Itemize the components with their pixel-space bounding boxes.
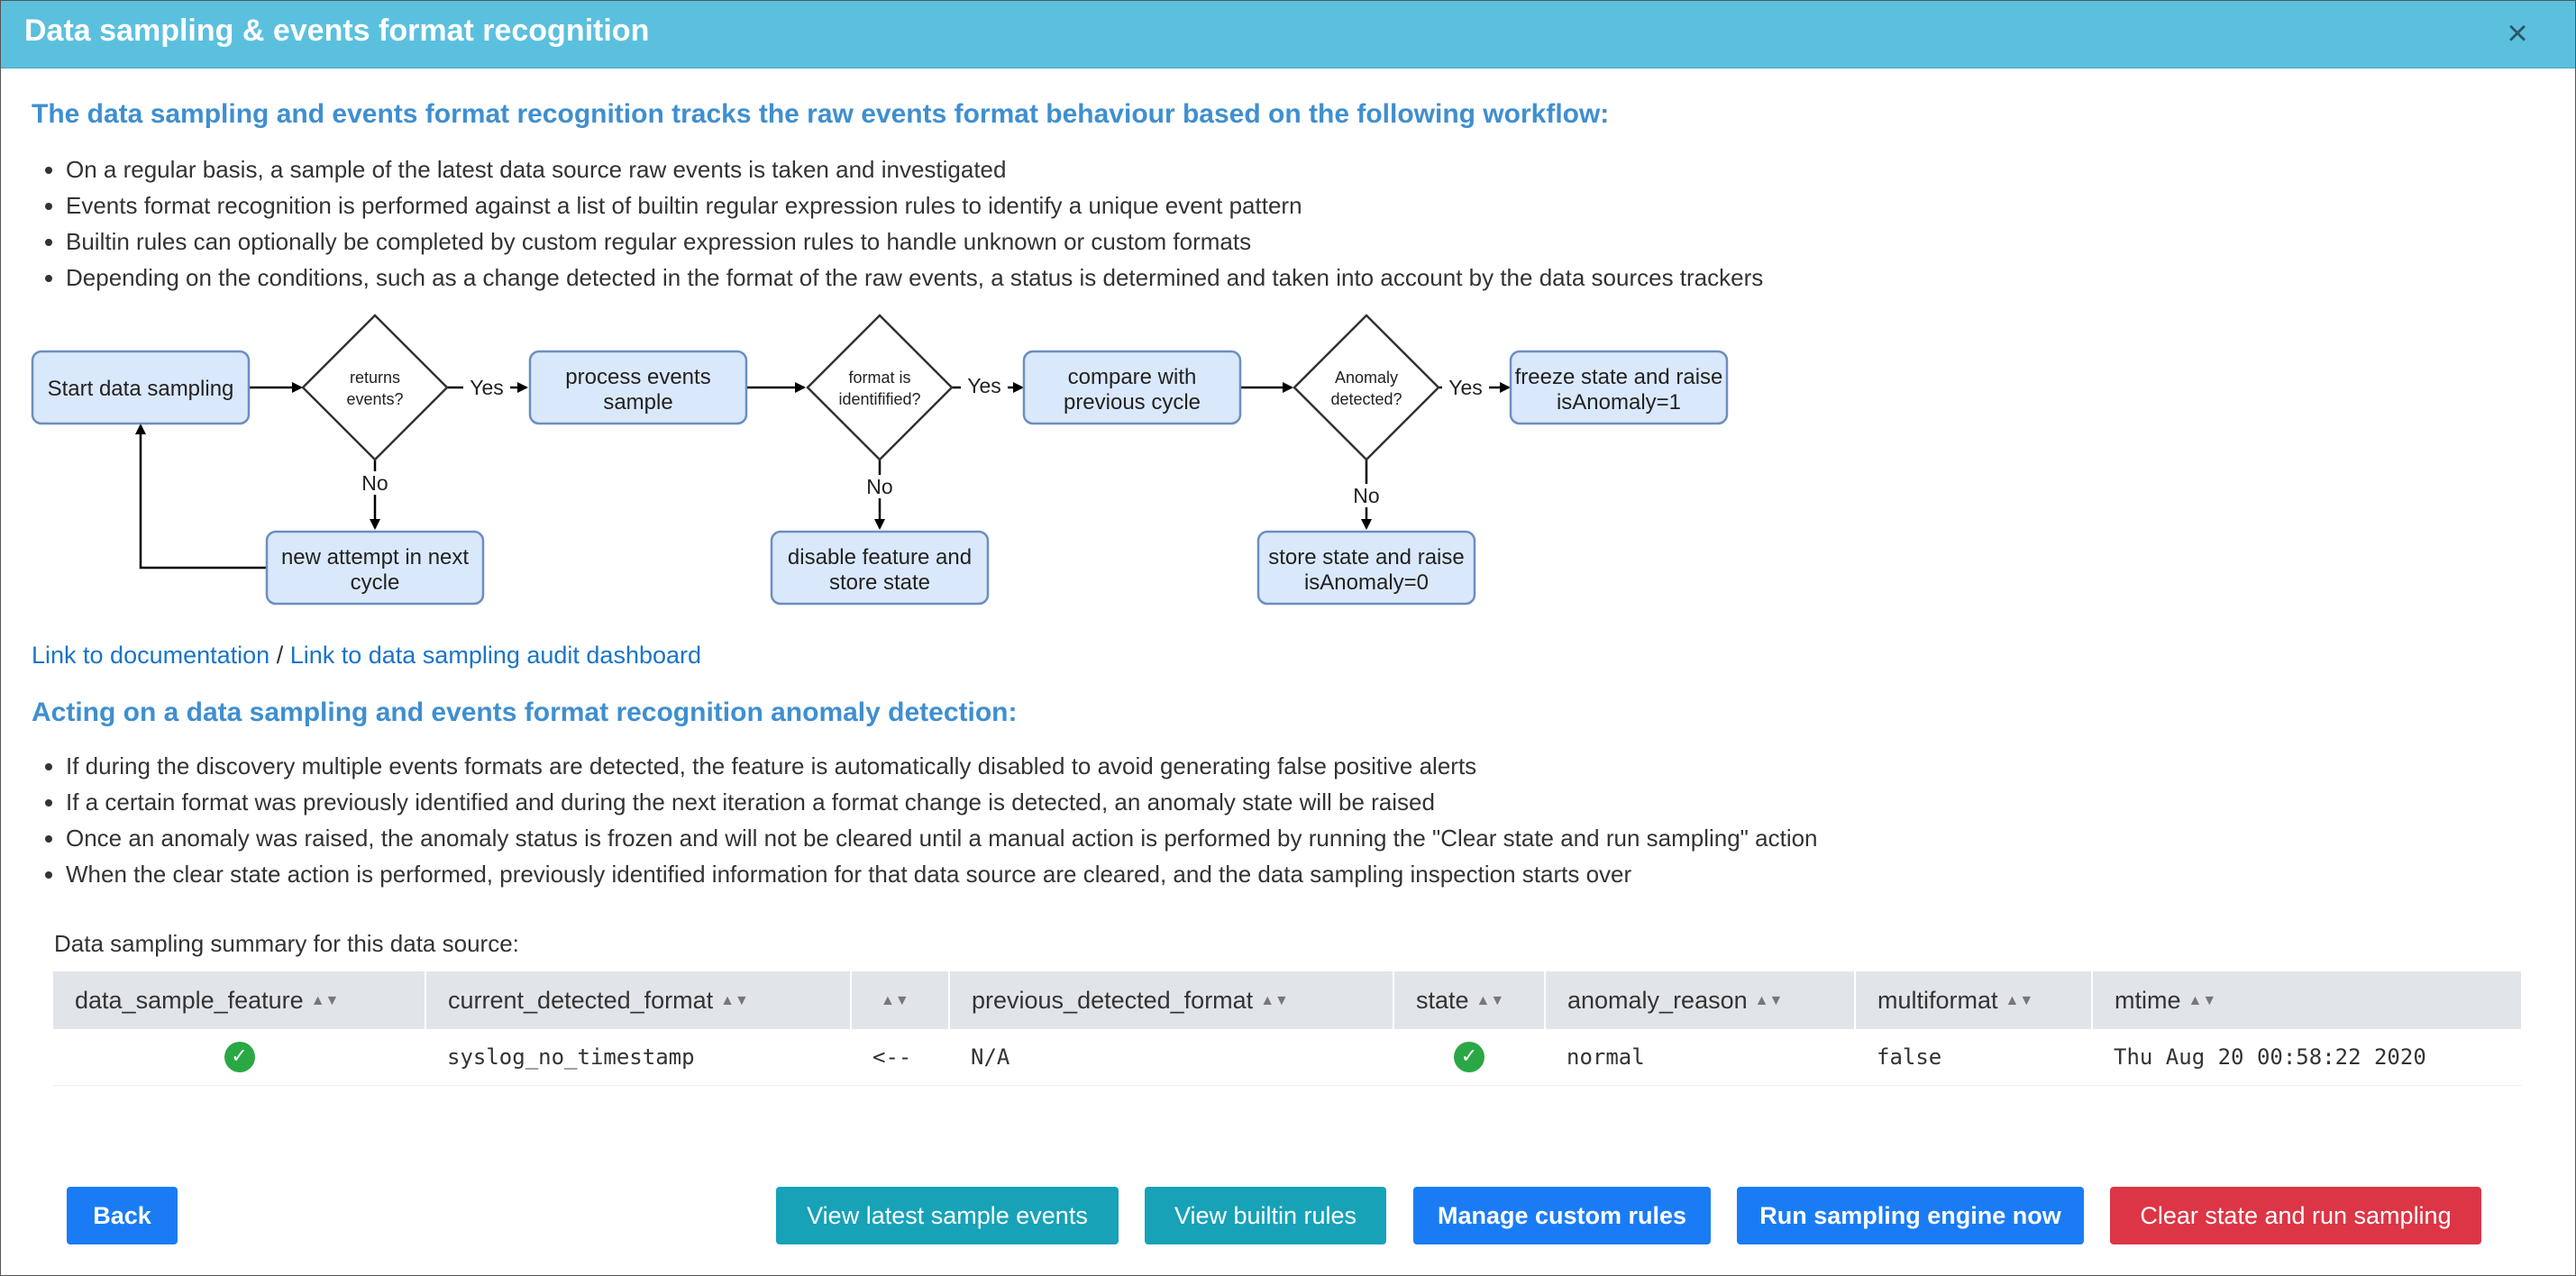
column-header-anomaly-reason[interactable]: anomaly_reason ▲▼ [1545, 971, 1856, 1029]
documentation-link[interactable]: Link to documentation [32, 642, 269, 669]
close-icon[interactable]: × [2499, 15, 2535, 51]
cell-previous-detected-format: N/A [949, 1029, 1393, 1086]
flow-text: new attempt in next [281, 545, 469, 570]
clear-state-and-run-sampling-button[interactable]: Clear state and run sampling [2110, 1187, 2481, 1244]
flow-label-no: No [1353, 484, 1379, 507]
sort-icon: ▲▼ [1475, 993, 1505, 1009]
sort-icon: ▲▼ [310, 993, 340, 1009]
column-header-multiformat[interactable]: multiformat ▲▼ [1855, 971, 2093, 1029]
flow-text: returns [350, 369, 400, 387]
sort-icon: ▲▼ [1754, 993, 1784, 1009]
flow-text: cycle [351, 570, 400, 595]
flow-decision-returns [301, 314, 449, 461]
view-builtin-rules-button[interactable]: View builtin rules [1145, 1187, 1386, 1244]
column-header-mtime[interactable]: mtime ▲▼ [2092, 971, 2523, 1029]
flow-label-no: No [866, 475, 892, 498]
sort-icon: ▲▼ [2188, 993, 2217, 1009]
flow-text: process events [565, 365, 710, 389]
cell-mtime: Thu Aug 20 00:58:22 2020 [2092, 1029, 2522, 1086]
modal-header: Data sampling & events format recognitio… [1, 1, 2575, 68]
flow-text: isAnomaly=1 [1557, 390, 1681, 415]
cell-anomaly-reason: normal [1545, 1029, 1855, 1086]
summary-label: Data sampling summary for this data sour… [54, 930, 519, 957]
links-row: Link to documentation / Link to data sam… [32, 642, 701, 670]
flow-text: detected? [1330, 390, 1402, 408]
flow-text: disable feature and [788, 545, 972, 570]
back-button[interactable]: Back [67, 1187, 178, 1244]
table-row: ✓ syslog_no_timestamp <-- N/A ✓ normal f… [53, 1029, 2522, 1086]
column-header-state[interactable]: state ▲▼ [1393, 971, 1546, 1029]
list-item: If a certain format was previously ident… [66, 784, 1818, 820]
workflow-bullets: On a regular basis, a sample of the late… [32, 151, 1763, 296]
check-circle-icon: ✓ [224, 1042, 255, 1072]
column-header-arrow[interactable]: ▲▼ [851, 971, 950, 1029]
list-item: Events format recognition is performed a… [66, 187, 1763, 223]
flow-text: store state [829, 570, 930, 595]
cell-multiformat: false [1855, 1029, 2092, 1086]
flow-decision-format [806, 314, 954, 461]
flow-label-no: No [361, 471, 388, 495]
flow-text: freeze state and raise [1515, 365, 1723, 389]
run-sampling-engine-button[interactable]: Run sampling engine now [1737, 1187, 2084, 1244]
column-header-current-detected-format[interactable]: current_detected_format ▲▼ [425, 971, 852, 1029]
flow-text: format is [848, 369, 910, 387]
flow-text: previous cycle [1064, 390, 1201, 415]
flow-text: compare with [1068, 365, 1197, 389]
sort-icon: ▲▼ [1260, 993, 1289, 1009]
sort-icon: ▲▼ [881, 993, 909, 1009]
flow-label-yes: Yes [470, 376, 504, 399]
flow-text: store state and raise [1268, 545, 1464, 570]
cell-arrow: <-- [851, 1029, 949, 1086]
flow-text: isAnomaly=0 [1304, 570, 1429, 595]
flow-text: sample [603, 390, 672, 415]
audit-dashboard-link[interactable]: Link to data sampling audit dashboard [290, 642, 701, 669]
list-item: When the clear state action is performed… [66, 856, 1818, 892]
table-header-row: data_sample_feature ▲▼ current_detected_f… [53, 971, 2523, 1029]
flow-text: events? [346, 390, 403, 408]
flow-text-start: Start data sampling [48, 377, 234, 401]
sort-icon: ▲▼ [2005, 993, 2034, 1009]
sort-icon: ▲▼ [720, 993, 749, 1009]
list-item: Depending on the conditions, such as a c… [66, 260, 1763, 296]
flow-text: Anomaly [1335, 369, 1398, 387]
summary-table: data_sample_feature ▲▼ current_detected_f… [53, 971, 2523, 1086]
column-header-data-sample-feature[interactable]: data_sample_feature ▲▼ [53, 971, 426, 1029]
workflow-heading: The data sampling and events format reco… [32, 99, 1610, 129]
list-item: On a regular basis, a sample of the late… [66, 151, 1763, 187]
column-header-previous-detected-format[interactable]: previous_detected_format ▲▼ [949, 971, 1394, 1029]
list-item: If during the discovery multiple events … [66, 748, 1818, 784]
cell-current-detected-format: syslog_no_timestamp [425, 1029, 851, 1086]
check-circle-icon: ✓ [1454, 1042, 1484, 1072]
link-separator: / [269, 642, 290, 669]
flow-text: identifified? [838, 390, 920, 408]
flow-label-yes: Yes [967, 374, 1001, 397]
modal-title: Data sampling & events format recognitio… [24, 14, 650, 48]
flow-label-yes: Yes [1448, 376, 1483, 399]
flow-decision-anomaly [1293, 314, 1440, 461]
cell-data-sample-feature: ✓ [53, 1029, 425, 1086]
cell-state: ✓ [1393, 1029, 1545, 1086]
manage-custom-rules-button[interactable]: Manage custom rules [1413, 1187, 1711, 1244]
workflow-diagram: Yes Yes Yes No No No Start data sampling… [31, 314, 1729, 606]
list-item: Once an anomaly was raised, the anomaly … [66, 820, 1818, 856]
list-item: Builtin rules can optionally be complete… [66, 223, 1763, 260]
acting-heading: Acting on a data sampling and events for… [32, 697, 1018, 727]
view-latest-sample-events-button[interactable]: View latest sample events [776, 1187, 1119, 1244]
acting-bullets: If during the discovery multiple events … [32, 748, 1818, 892]
